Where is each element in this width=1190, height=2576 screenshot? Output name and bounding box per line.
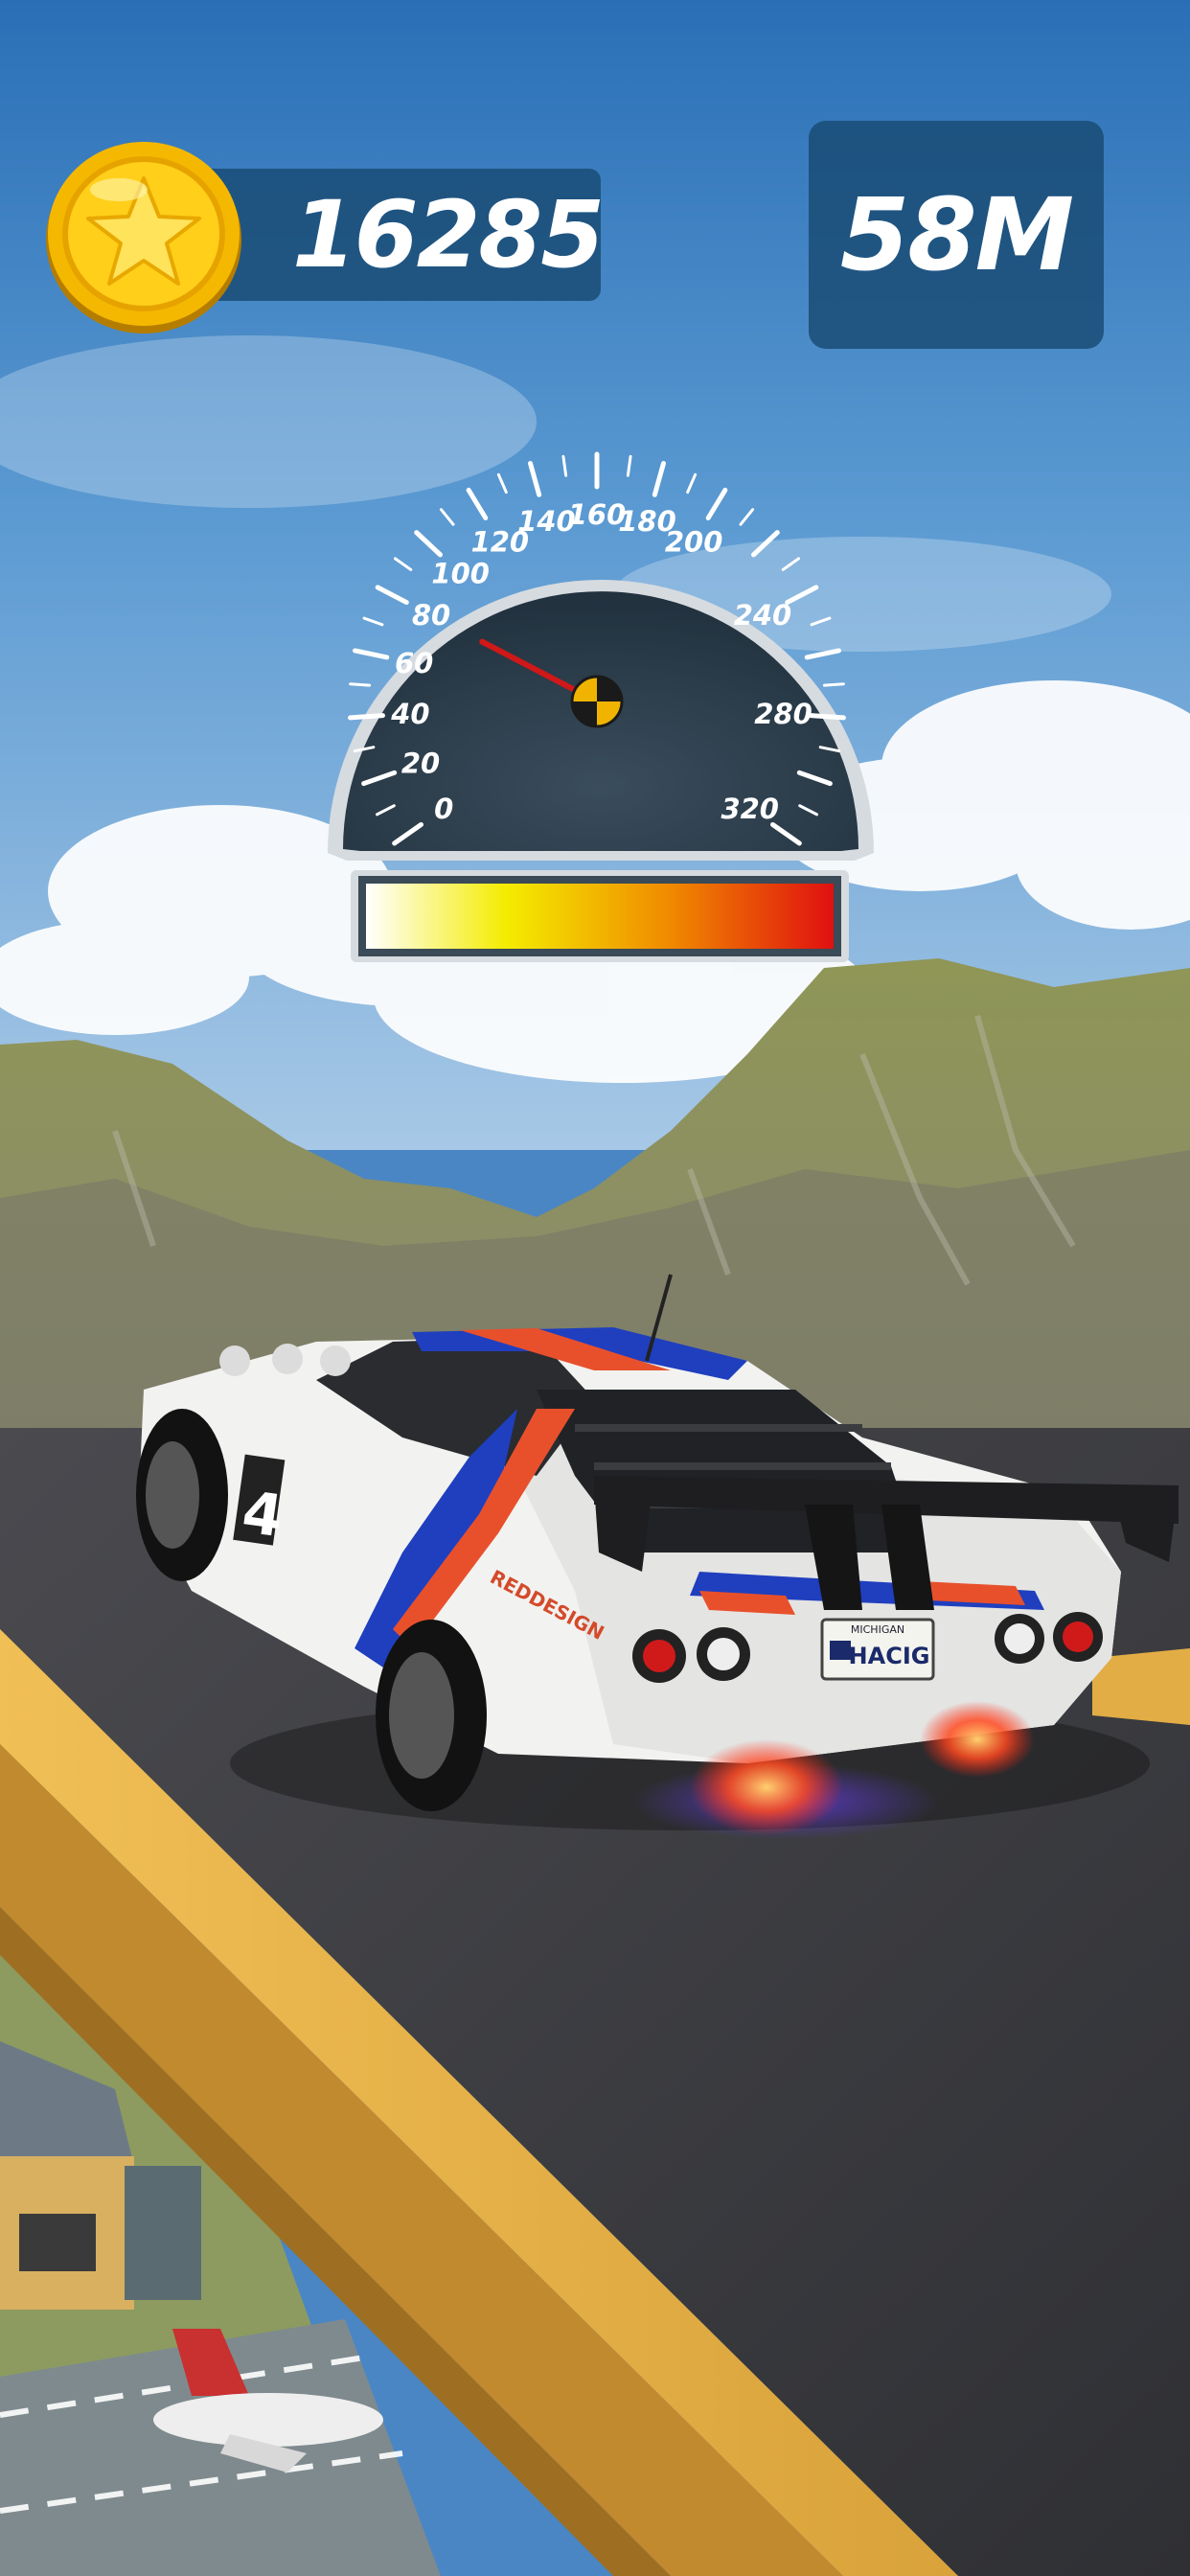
gauge-tick-label: 140 (517, 505, 576, 538)
gauge-tick (652, 461, 666, 497)
gauge-tick-label: 0 (434, 793, 453, 825)
gauge-tick (439, 508, 455, 526)
gauge-tick (781, 557, 801, 571)
gauge-tick (804, 648, 841, 660)
gauge-tick (626, 454, 632, 477)
gauge-tick (809, 713, 846, 721)
coin-star-icon (46, 142, 241, 334)
distance-value: 58M (839, 176, 1074, 293)
gauge-tick-label: 80 (412, 599, 450, 632)
gauge-tick-label: 200 (665, 525, 723, 558)
coin-counter-panel: 16285 (196, 169, 605, 301)
gauge-tick (822, 682, 845, 687)
gauge-tick (739, 508, 755, 526)
plate-text: HACIG (849, 1643, 930, 1669)
gauge-tick (686, 472, 698, 494)
boost-bar-fill (366, 884, 834, 949)
gauge-tick-label: 160 (568, 498, 627, 531)
gauge-tick (375, 585, 409, 606)
gauge-tick (362, 616, 384, 627)
gauge-tick (810, 616, 832, 627)
gauge-tick-label: 320 (721, 793, 779, 825)
gauge-tick (705, 487, 728, 520)
plate-state: MICHIGAN (851, 1623, 904, 1636)
speedometer: 020406080100120140160180200240280320 (328, 451, 874, 962)
gauge-tick-label: 60 (395, 647, 433, 679)
gauge-tick (496, 472, 508, 494)
gauge-tick-label: 280 (754, 698, 812, 730)
gauge-tick (528, 461, 542, 497)
gauge-tick (353, 648, 390, 660)
gauge-tick (393, 557, 413, 571)
gauge-tick-label: 100 (431, 558, 490, 590)
gauge-tick (466, 487, 489, 520)
gauge-tick (750, 530, 780, 558)
coin-count: 16285 (292, 181, 605, 288)
distance-panel: 58M (809, 121, 1104, 349)
gauge-tick (348, 713, 385, 721)
game-scene: 4 REDDESIGN MICHIGAN HACIG (0, 0, 1190, 2576)
gauge-tick-label: 20 (401, 748, 440, 780)
gauge-tick (349, 682, 372, 687)
gauge-tick-label: 40 (390, 698, 429, 730)
gauge-tick-label: 240 (734, 599, 792, 632)
gauge-tick (561, 454, 568, 477)
needle-hub-icon (570, 675, 624, 728)
gauge-tick (414, 530, 444, 558)
